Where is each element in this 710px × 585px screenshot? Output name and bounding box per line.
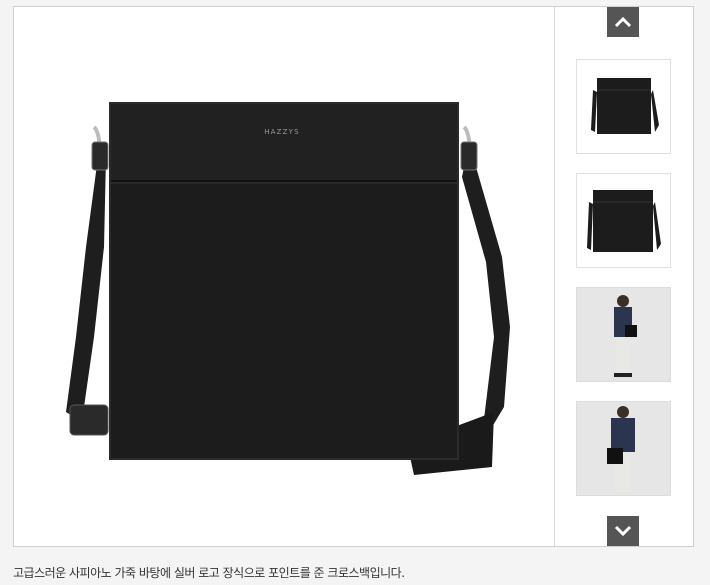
crossbody-bag-image: HAZZYS xyxy=(66,102,510,475)
thumbnail-3[interactable] xyxy=(576,287,671,382)
main-product-image: HAZZYS xyxy=(14,7,554,546)
chevron-down-icon xyxy=(614,525,632,537)
thumbnail-4[interactable] xyxy=(576,401,671,496)
brand-logo-text: HAZZYS xyxy=(264,128,300,136)
chevron-up-icon xyxy=(614,16,632,28)
product-image-gallery: HAZZYS xyxy=(13,6,694,547)
thumbnail-strip xyxy=(555,7,693,546)
product-description: 고급스러운 사피아노 가죽 바탕에 실버 로고 장식으로 포인트를 준 크로스백… xyxy=(13,566,405,580)
bag-thumbnail-image xyxy=(587,190,661,252)
scroll-down-button[interactable] xyxy=(607,516,639,546)
bag-thumbnail-image xyxy=(591,78,659,134)
scroll-up-button[interactable] xyxy=(607,7,639,37)
model-front-thumbnail-image xyxy=(577,402,670,495)
model-side-thumbnail-image xyxy=(577,288,670,381)
thumbnail-1[interactable] xyxy=(576,59,671,154)
thumbnail-2[interactable] xyxy=(576,173,671,268)
